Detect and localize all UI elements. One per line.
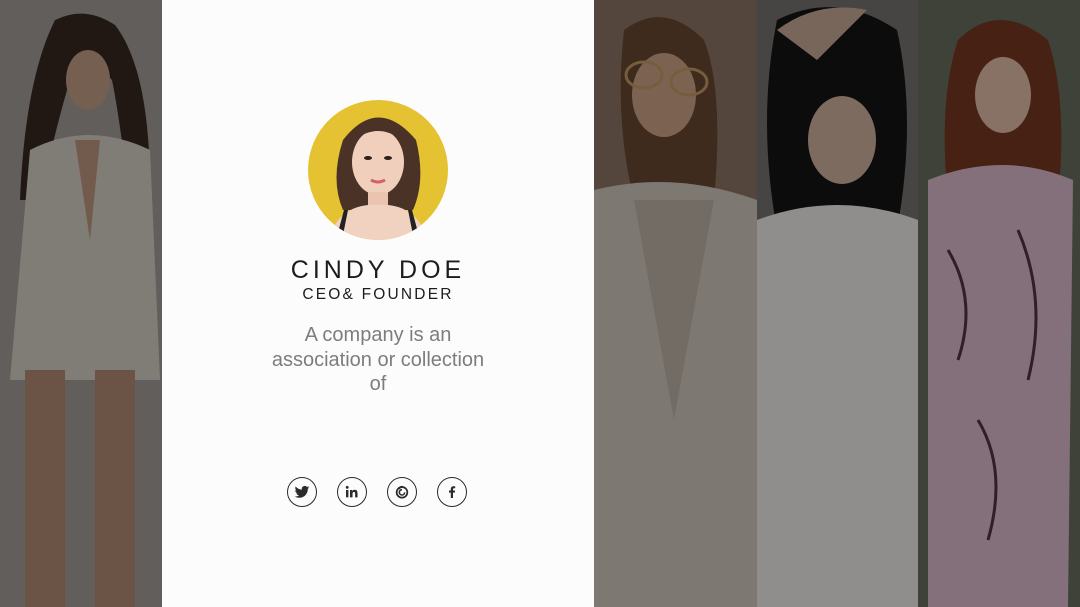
profile-role: CEO& FOUNDER [302, 286, 454, 303]
linkedin-link[interactable] [337, 477, 367, 507]
profile-description: A company is an association or collectio… [271, 324, 485, 395]
background-photo-panel [0, 0, 162, 607]
twitter-icon [294, 485, 310, 498]
avatar [308, 100, 448, 240]
facebook-link[interactable] [437, 477, 467, 507]
facebook-icon [449, 486, 456, 498]
woman-with-sunglasses-image [594, 0, 757, 607]
linkedin-icon [345, 485, 358, 498]
background-photo-panel [594, 0, 757, 607]
profile-card: CINDY DOE CEO& FOUNDER A company is an a… [162, 0, 594, 607]
woman-in-floral-dress-image [918, 0, 1080, 607]
woman-short-hair-image [757, 0, 918, 607]
background-photo-panel [757, 0, 918, 607]
twitter-link[interactable] [287, 477, 317, 507]
profile-photo [308, 100, 448, 240]
woman-in-blazer-image [0, 0, 162, 607]
social-links [286, 477, 470, 509]
background-photo-panel [918, 0, 1080, 607]
profile-name: CINDY DOE [290, 256, 466, 284]
firefox-icon [395, 485, 409, 499]
firefox-link[interactable] [387, 477, 417, 507]
